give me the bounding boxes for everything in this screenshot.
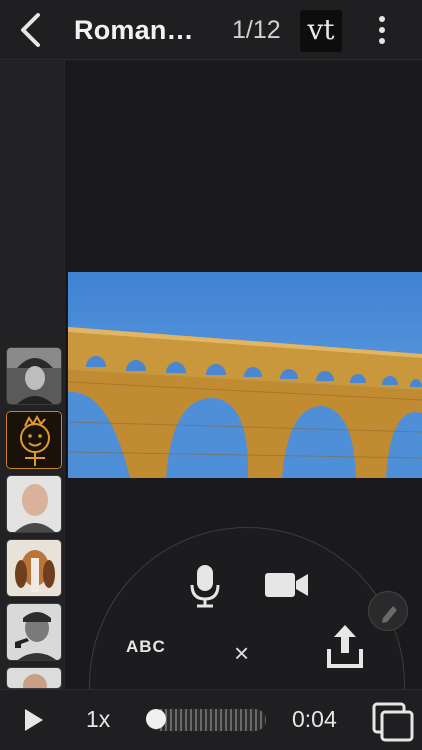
more-vertical-icon — [379, 16, 385, 44]
basset-hound-thumbnail — [7, 540, 61, 596]
project-title: Roman… — [74, 15, 194, 45]
back-button[interactable] — [16, 13, 46, 47]
man-with-pipe-thumbnail — [7, 604, 61, 660]
elapsed-time: 0:04 — [292, 706, 337, 732]
slides-overview-button[interactable] — [372, 702, 414, 742]
drawing-face-thumbnail — [7, 412, 61, 468]
roman-aqueduct-photo — [68, 272, 422, 478]
scrubber-handle[interactable] — [146, 709, 166, 729]
microphone-icon — [190, 565, 220, 608]
more-options-button[interactable] — [372, 14, 392, 46]
bald-man-thumbnail — [7, 476, 61, 532]
vt-logo-button[interactable]: vt — [300, 10, 342, 52]
page-indicator: 1/12 — [232, 16, 281, 44]
slide-thumbnail[interactable] — [6, 411, 62, 469]
upload-icon — [327, 625, 363, 668]
record-video-button[interactable] — [264, 570, 310, 600]
slide-thumbnail[interactable] — [6, 347, 62, 405]
man-with-hat-thumbnail — [7, 348, 61, 404]
play-button[interactable] — [22, 707, 46, 733]
play-icon — [25, 709, 43, 731]
timeline-scrubber[interactable] — [150, 709, 266, 731]
chevron-left-icon — [21, 13, 40, 47]
slide-thumbnail[interactable] — [6, 539, 62, 597]
slide-thumbnail[interactable] — [6, 475, 62, 533]
video-camera-icon — [265, 573, 308, 597]
add-text-button[interactable]: ABC — [126, 637, 166, 657]
record-audio-button[interactable] — [188, 563, 222, 609]
copy-icon — [372, 702, 414, 742]
slide-thumbnail[interactable] — [6, 603, 62, 661]
partial-portrait-thumbnail — [7, 668, 61, 688]
aqueduct-image — [68, 272, 422, 478]
upload-button[interactable] — [326, 623, 364, 669]
top-bar — [0, 0, 422, 60]
playback-speed-button[interactable]: 1x — [86, 706, 110, 733]
pen-icon — [382, 606, 397, 623]
side-action-button[interactable] — [368, 591, 408, 631]
close-menu-button[interactable]: × — [234, 640, 249, 666]
slide-thumbnail[interactable] — [6, 667, 62, 689]
